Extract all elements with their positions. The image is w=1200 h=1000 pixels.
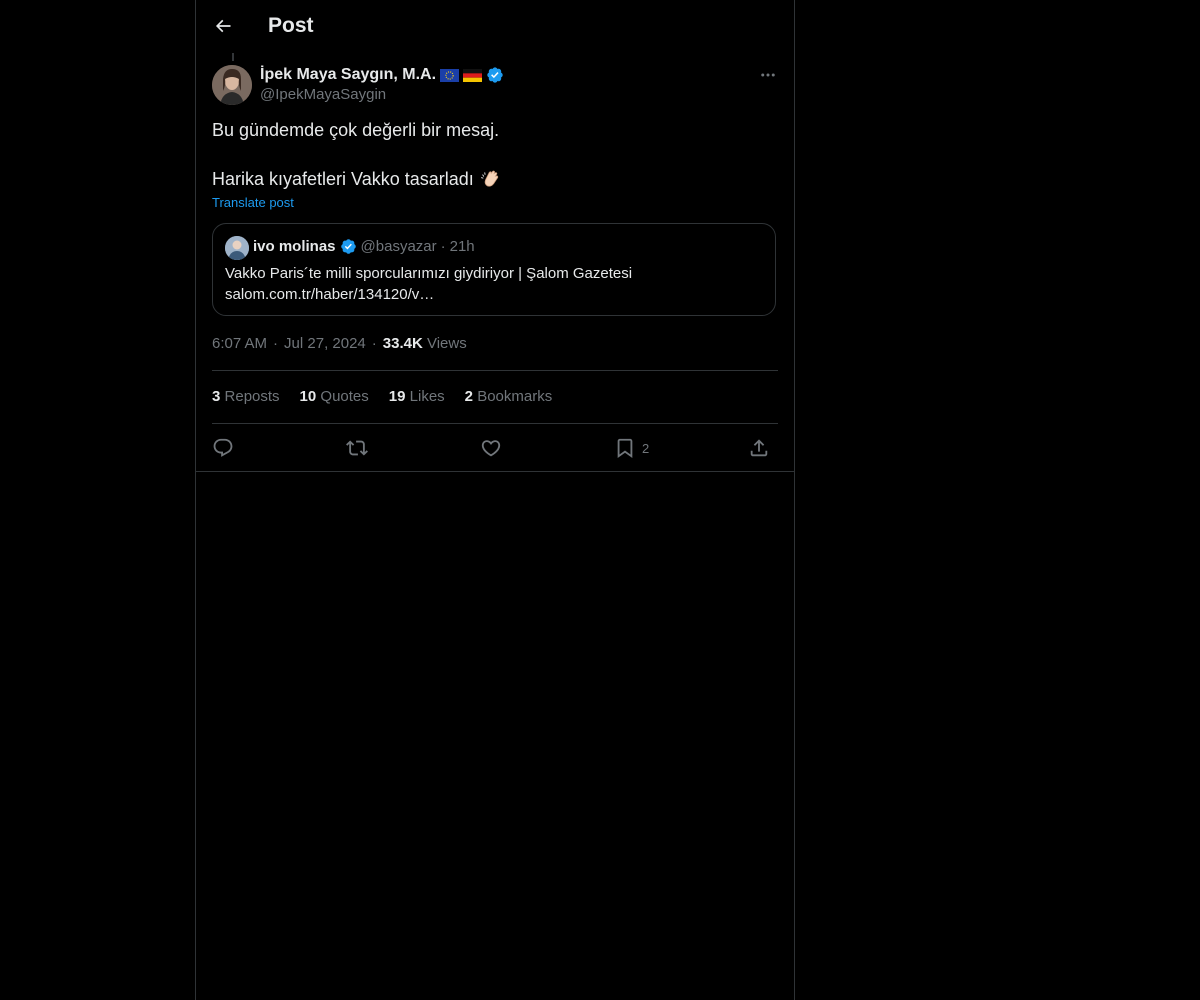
post-text-line1: Bu gündemde çok değerli bir mesaj. <box>212 120 500 140</box>
divider <box>212 370 778 371</box>
meta-separator: · <box>371 335 377 352</box>
repost-button[interactable] <box>346 434 368 462</box>
quote-separator: · <box>440 238 446 255</box>
more-button[interactable] <box>756 66 780 84</box>
post-text-line2: Harika kıyafetleri Vakko tasarladı <box>212 168 474 189</box>
bookmark-button[interactable]: 2 <box>614 434 649 462</box>
page-title: Post <box>268 14 314 37</box>
back-button[interactable] <box>210 13 236 39</box>
author-name[interactable]: İpek Maya Saygın, M.A. <box>260 66 436 84</box>
reposts-stat[interactable]: 3 Reposts <box>212 388 280 405</box>
bookmarks-stat: 2 Bookmarks <box>464 388 553 405</box>
like-button[interactable] <box>480 434 502 462</box>
author-name-row[interactable]: İpek Maya Saygın, M.A. <box>260 65 504 85</box>
back-arrow-icon <box>215 19 231 33</box>
views-label: Views <box>426 335 467 352</box>
quote-link[interactable]: salom.com.tr/haber/134120/v… <box>225 286 434 303</box>
action-bar: 2 <box>212 434 778 462</box>
bookmark-icon <box>617 438 633 459</box>
quote-name-row: ivo molinas @basyazar · 21h <box>253 238 475 255</box>
clap-icon <box>480 170 498 187</box>
meta-separator: · <box>273 335 279 352</box>
quote-author-name[interactable]: ivo molinas <box>253 238 336 255</box>
reply-button[interactable] <box>212 434 234 462</box>
post-column: Post İpek Maya Saygın, M.A. @IpekMayaSay… <box>195 0 795 1000</box>
germany-flag-icon <box>463 68 483 82</box>
divider <box>212 423 778 424</box>
like-icon <box>481 440 501 457</box>
post-stats: 3 Reposts 10 Quotes 19 Likes 2 Bookmarks <box>212 388 552 405</box>
reply-icon <box>213 438 233 457</box>
quoted-post-card[interactable]: ivo molinas @basyazar · 21h Vakko Paris´… <box>212 223 776 316</box>
likes-stat[interactable]: 19 Likes <box>389 388 445 405</box>
eu-flag-icon <box>440 68 460 82</box>
share-button[interactable] <box>748 434 770 462</box>
repost-icon <box>346 440 368 456</box>
avatar[interactable] <box>212 65 252 105</box>
verified-icon <box>340 239 356 254</box>
divider <box>196 471 794 472</box>
quote-time: 21h <box>449 238 475 255</box>
verified-icon <box>487 67 503 83</box>
bookmark-count: 2 <box>642 440 650 456</box>
author-handle[interactable]: @IpekMayaSaygin <box>260 86 386 103</box>
more-icon <box>761 73 775 77</box>
share-icon <box>750 439 768 457</box>
header: Post <box>196 0 794 53</box>
post-text-line2-row: Harika kıyafetleri Vakko tasarladı <box>212 168 502 190</box>
translate-post-link[interactable]: Translate post <box>212 195 294 210</box>
quote-avatar[interactable] <box>225 236 249 260</box>
views-count: 33.4K <box>382 335 423 352</box>
post-meta: 6:07 AM · Jul 27, 2024 · 33.4K Views <box>212 335 467 352</box>
quotes-stat[interactable]: 10 Quotes <box>300 388 369 405</box>
thread-line <box>232 53 234 61</box>
post-time[interactable]: 6:07 AM <box>212 335 267 352</box>
quote-author-handle: @basyazar <box>360 238 437 255</box>
post-date[interactable]: Jul 27, 2024 <box>284 335 366 352</box>
quote-text: Vakko Paris´te milli sporcularımızı giyd… <box>225 265 633 282</box>
